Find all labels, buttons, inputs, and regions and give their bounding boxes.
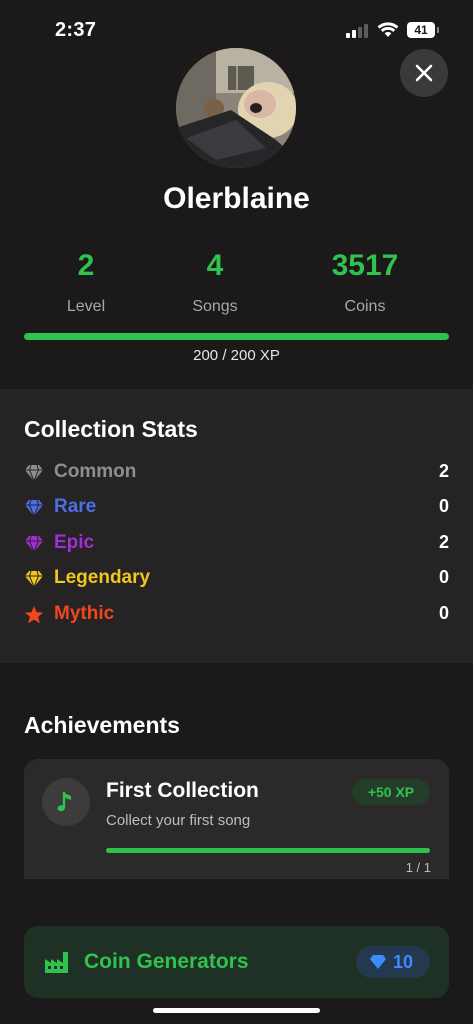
stat-label: Level (66, 298, 106, 315)
rarity-row-legendary: Legendary 0 (24, 566, 449, 592)
diamond-icon (25, 570, 43, 588)
stat-songs: 4 Songs (145, 248, 285, 316)
coin-generators-label: Coin Generators (84, 950, 249, 973)
stat-label: Coins (344, 298, 386, 315)
rarity-row-epic: Epic 2 (24, 531, 449, 557)
factory-icon (45, 952, 68, 973)
avatar-photo (176, 48, 296, 168)
gem-count: 10 (393, 952, 414, 972)
xp-text: 200 / 200 XP (193, 347, 280, 364)
achievement-icon-badge (42, 778, 90, 826)
rarity-label: Common (54, 461, 137, 482)
rarity-count: 0 (438, 567, 449, 587)
rarity-count: 2 (438, 461, 449, 481)
rarity-count: 0 (438, 496, 449, 516)
battery-icon: 41 (407, 22, 435, 38)
coin-generators-button[interactable]: Coin Generators 10 (24, 926, 449, 998)
achievement-description: Collect your first song (106, 812, 251, 829)
battery-tip (437, 27, 439, 33)
rarity-row-common: Common 2 (24, 460, 449, 486)
stat-value: 4 (206, 249, 224, 282)
stat-value: 2 (77, 249, 95, 282)
rarity-row-mythic: Mythic 0 (24, 602, 449, 628)
gem-icon (370, 955, 386, 969)
battery-level: 41 (414, 23, 428, 37)
rarity-label: Rare (54, 496, 97, 517)
gem-count-badge: 10 (356, 946, 430, 978)
achievement-xp-badge: +50 XP (352, 779, 430, 805)
xp-progress-bar (24, 333, 449, 340)
close-icon (415, 64, 433, 82)
collection-stats-card: Collection Stats Common 2 Rare 0 Epic 2 … (0, 389, 473, 663)
rarity-label: Legendary (54, 567, 151, 588)
status-time: 2:37 (55, 19, 97, 41)
home-indicator (153, 1008, 320, 1013)
diamond-icon (25, 499, 43, 517)
diamond-icon (25, 464, 43, 482)
close-button[interactable] (400, 49, 448, 97)
diamond-icon (25, 535, 43, 553)
achievement-progress-text: 1 / 1 (405, 860, 431, 875)
achievements-title: Achievements (24, 712, 180, 738)
achievement-progress-bar (106, 848, 430, 853)
stat-level: 2 Level (16, 248, 156, 316)
stat-coins: 3517 Coins (295, 248, 435, 316)
stat-value: 3517 (331, 249, 399, 282)
music-note-icon (57, 791, 71, 812)
cellular-signal-icon (346, 24, 370, 38)
rarity-count: 2 (438, 532, 449, 552)
star-icon (24, 606, 44, 624)
wifi-icon (377, 22, 399, 37)
rarity-row-rare: Rare 0 (24, 495, 449, 521)
username: Olerblaine (163, 182, 310, 215)
rarity-label: Epic (54, 532, 95, 553)
achievement-title: First Collection (106, 779, 259, 802)
avatar (176, 48, 296, 168)
achievement-card[interactable]: First Collection Collect your first song… (24, 759, 449, 879)
stat-label: Songs (192, 298, 238, 315)
rarity-count: 0 (438, 603, 449, 623)
rarity-label: Mythic (54, 603, 115, 624)
collection-stats-title: Collection Stats (24, 416, 198, 442)
